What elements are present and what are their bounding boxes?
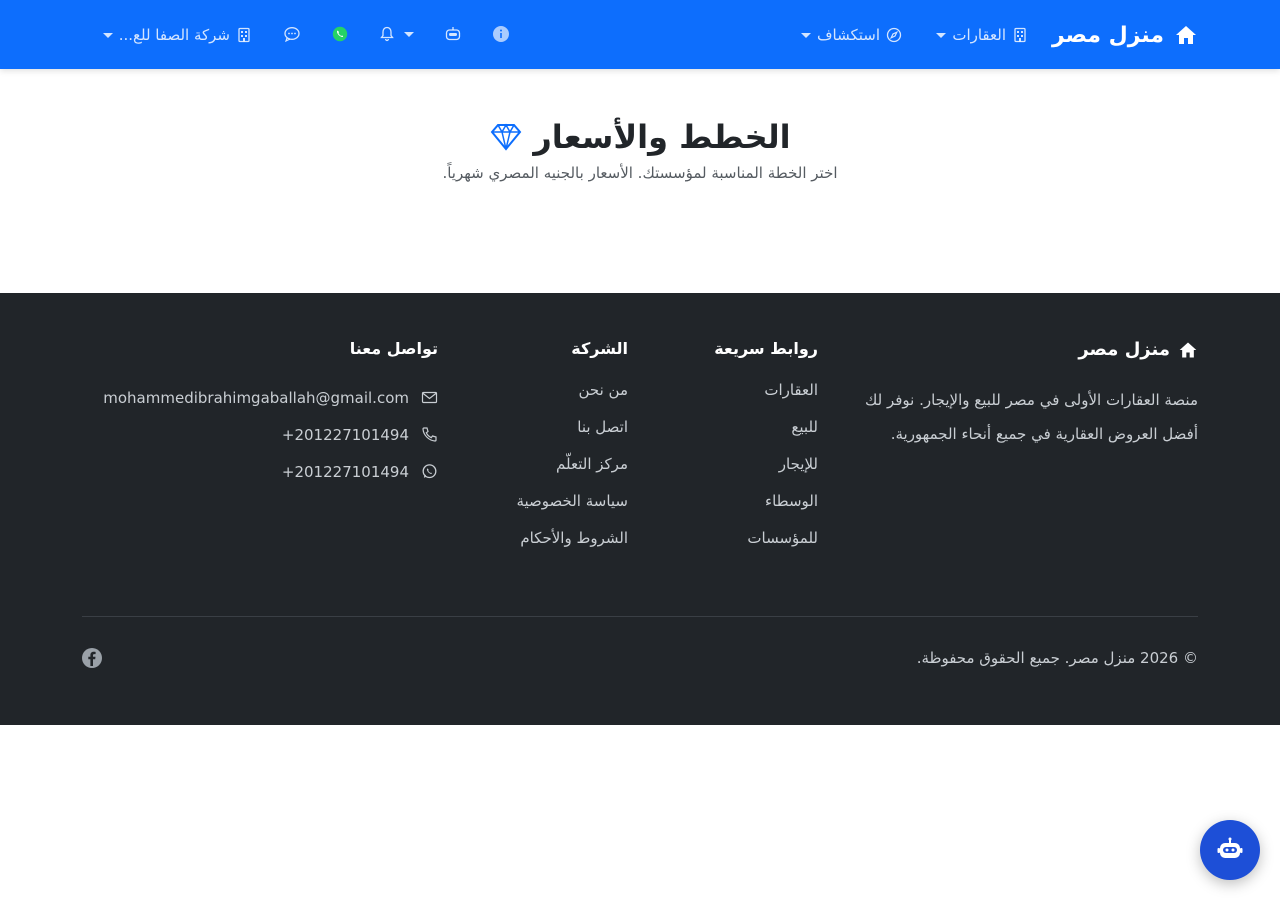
top-navbar: منزل مصر العقارات استكشاف شركة الصفا للع…: [0, 0, 1280, 69]
company-name: شركة الصفا للع...: [118, 26, 230, 44]
brand-name: منزل مصر: [1051, 22, 1164, 48]
phone-icon: [422, 427, 437, 442]
contact-whatsapp-text: +201227101494: [281, 462, 409, 481]
chat-button[interactable]: [283, 24, 301, 44]
quick-links-column: روابط سريعة العقارات للبيع للإيجار الوسط…: [638, 339, 818, 564]
home-icon: [1179, 342, 1197, 357]
footer-brand[interactable]: منزل مصر: [1078, 339, 1198, 360]
contact-phone-text: +201227101494: [281, 425, 409, 444]
chevron-down-icon: [404, 31, 414, 37]
company-column: الشركة من نحن اتصل بنا مركز التعلّم سياس…: [448, 339, 628, 564]
contact-phone[interactable]: +201227101494: [98, 416, 438, 453]
footer-brand-name: منزل مصر: [1078, 339, 1170, 360]
footer-link-about[interactable]: من نحن: [448, 379, 629, 416]
site-footer: منزل مصر منصة العقارات الأولى في مصر للب…: [0, 293, 1280, 725]
brand-link[interactable]: منزل مصر: [1052, 18, 1198, 52]
contact-email[interactable]: mohammedibrahimgaballah@gmail.com: [98, 379, 438, 416]
building-icon: [1014, 27, 1026, 43]
notifications-dropdown[interactable]: [378, 24, 414, 44]
chat-icon: [284, 27, 300, 43]
page-title: الخطط والأسعار: [0, 118, 1280, 156]
footer-link-for-sale[interactable]: للبيع: [638, 416, 818, 453]
contact-column: تواصل معنا mohammedibrahimgaballah@gmail…: [98, 339, 438, 490]
envelope-icon: [421, 391, 438, 404]
footer-description: منصة العقارات الأولى في مصر للبيع والإيج…: [864, 391, 1198, 443]
facebook-icon[interactable]: [82, 648, 102, 668]
page-title-text: الخطط والأسعار: [533, 118, 791, 156]
home-icon: [1176, 26, 1196, 44]
footer-link-brokers[interactable]: الوسطاء: [638, 490, 818, 527]
copyright-text: © 2026 منزل مصر. جميع الحقوق محفوظة.: [916, 649, 1198, 667]
whatsapp-button[interactable]: [331, 24, 349, 44]
footer-divider: [82, 616, 1198, 617]
contact-whatsapp[interactable]: +201227101494: [98, 453, 438, 490]
quick-links-heading: روابط سريعة: [714, 339, 818, 358]
footer-link-enterprises[interactable]: للمؤسسات: [638, 527, 818, 564]
nav-explore-dropdown[interactable]: استكشاف: [800, 22, 902, 48]
company-dropdown[interactable]: شركة الصفا للع...: [102, 22, 252, 48]
chevron-down-icon: [936, 32, 947, 38]
chevron-down-icon: [800, 32, 811, 38]
whatsapp-icon: [422, 464, 437, 479]
nav-properties-dropdown[interactable]: العقارات: [936, 22, 1028, 48]
building-icon: [238, 27, 250, 43]
footer-link-learning-center[interactable]: مركز التعلّم: [448, 453, 628, 490]
contact-heading: تواصل معنا: [349, 339, 438, 358]
company-heading: الشركة: [571, 339, 628, 358]
diamond-icon: [491, 123, 522, 151]
nav-properties-label: العقارات: [952, 26, 1006, 44]
info-button[interactable]: [492, 24, 510, 44]
assistant-button[interactable]: [444, 24, 462, 44]
robot-icon: [1217, 837, 1243, 858]
bell-icon: [380, 26, 394, 42]
footer-link-privacy[interactable]: سياسة الخصوصية: [448, 490, 628, 527]
footer-link-properties[interactable]: العقارات: [638, 379, 818, 416]
chevron-down-icon: [102, 32, 113, 38]
footer-link-terms[interactable]: الشروط والأحكام: [448, 527, 628, 564]
whatsapp-icon: [332, 26, 348, 42]
robot-icon: [445, 27, 461, 41]
info-icon: [493, 26, 509, 42]
footer-link-for-rent[interactable]: للإيجار: [638, 453, 818, 490]
chatbot-fab[interactable]: [1200, 820, 1260, 880]
footer-link-contact[interactable]: اتصل بنا: [448, 416, 628, 453]
page-subtitle: اختر الخطة المناسبة لمؤسستك. الأسعار بال…: [442, 164, 838, 182]
contact-email-text: mohammedibrahimgaballah@gmail.com: [103, 388, 409, 407]
nav-explore-label: استكشاف: [816, 26, 880, 44]
compass-icon: [886, 27, 902, 43]
